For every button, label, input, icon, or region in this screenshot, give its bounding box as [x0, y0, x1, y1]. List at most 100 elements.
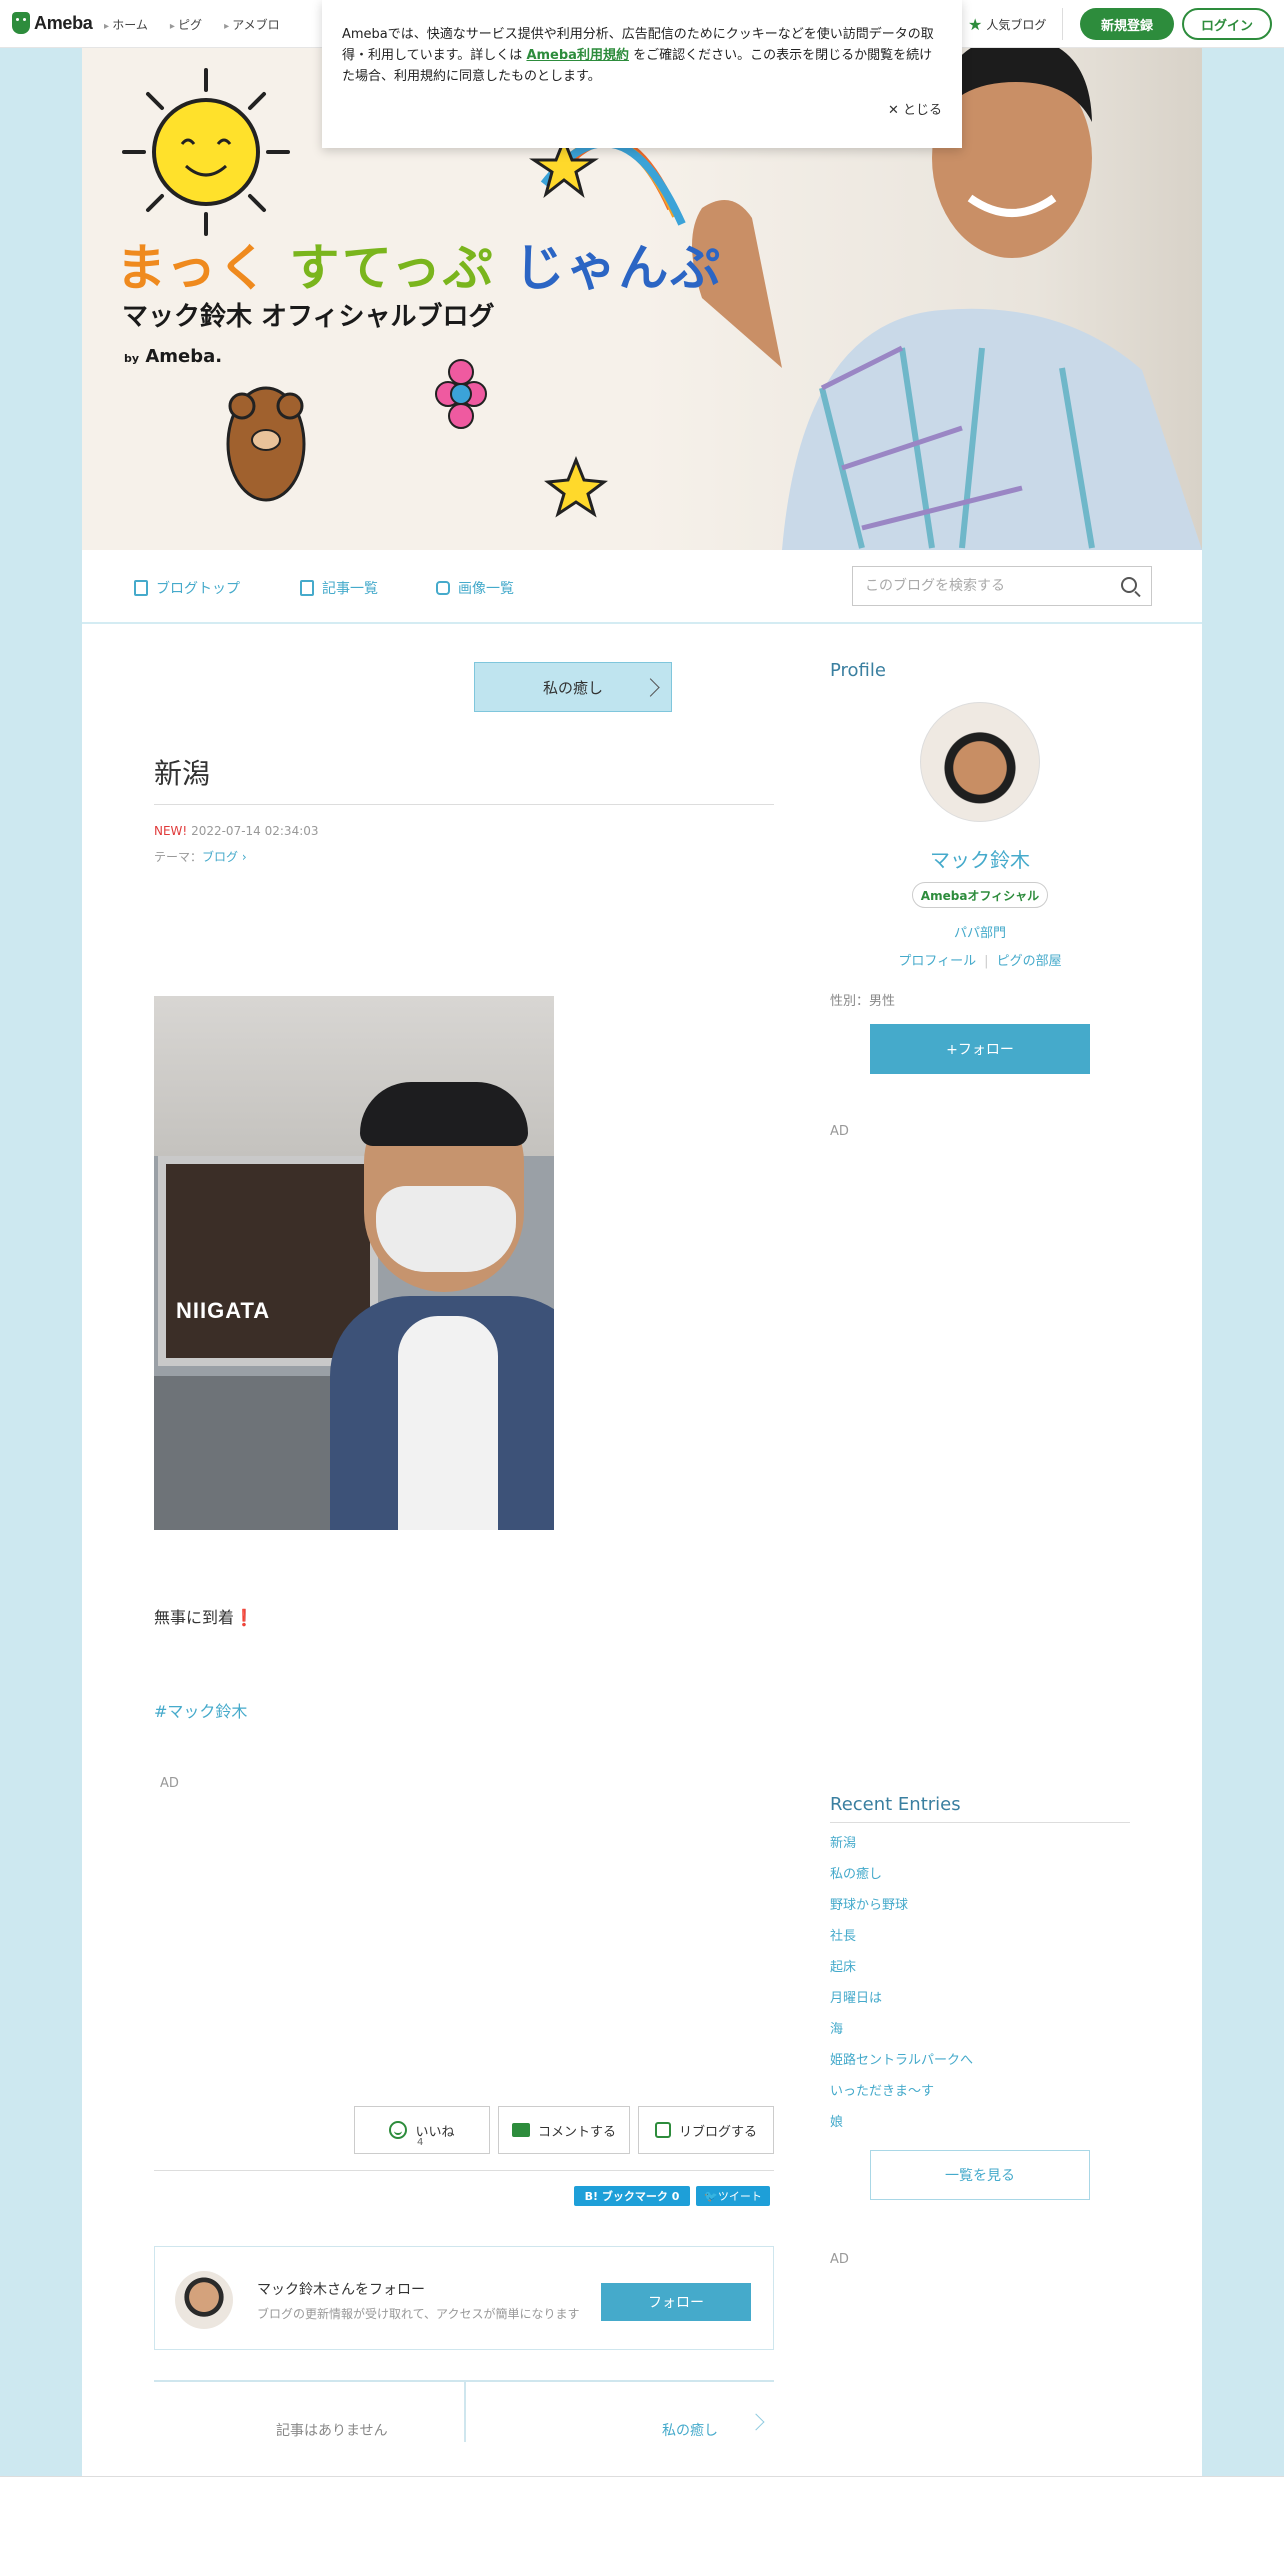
- recent-entry[interactable]: 起床: [830, 1956, 973, 1987]
- post-body-text: 無事に到着: [154, 1608, 235, 1627]
- ad-label: AD: [830, 2252, 849, 2267]
- nav-entries[interactable]: 記事一覧: [300, 578, 378, 598]
- nav-ameblo[interactable]: アメブロ: [224, 16, 279, 33]
- profile-avatar[interactable]: [920, 702, 1040, 822]
- search-icon[interactable]: [1121, 577, 1137, 593]
- blog-title-part3: じゃんぷ: [514, 239, 723, 297]
- popular-blog-label: 人気ブログ: [986, 18, 1047, 32]
- recent-entry[interactable]: 新潟: [830, 1832, 973, 1863]
- divider: |: [984, 954, 989, 969]
- ameba-logo[interactable]: Ameba: [12, 12, 93, 34]
- terms-link[interactable]: Ameba利用規約: [526, 48, 629, 63]
- recent-entry[interactable]: 月曜日は: [830, 1987, 973, 2018]
- sidebar-follow-button[interactable]: +フォロー: [870, 1024, 1090, 1074]
- register-button[interactable]: 新規登録: [1080, 8, 1174, 40]
- see-all-button[interactable]: 一覧を見る: [870, 2150, 1090, 2200]
- post-theme: テーマ：ブログ ›: [154, 848, 247, 865]
- ameba-logo-icon: [12, 12, 30, 34]
- profile-heading: Profile: [830, 660, 886, 681]
- ameba-brand: Ameba.: [145, 346, 223, 367]
- iine-button[interactable]: いいね 4: [354, 2106, 490, 2154]
- hatena-bookmark-button[interactable]: B! ブックマーク 0: [574, 2186, 690, 2206]
- search-input[interactable]: [853, 567, 1103, 605]
- copy-icon: [300, 580, 314, 596]
- photo-person-mask: [376, 1186, 516, 1272]
- flower-icon: [435, 359, 487, 429]
- cookie-close-label: とじる: [902, 103, 942, 118]
- nav-entries-label: 記事一覧: [322, 581, 378, 597]
- bear-icon: [226, 386, 306, 502]
- twitter-icon: 🐦: [704, 2189, 718, 2203]
- photo-person-hair: [360, 1082, 528, 1146]
- recent-entry[interactable]: 野球から野球: [830, 1894, 973, 1925]
- camera-icon: [436, 581, 450, 595]
- follow-button[interactable]: フォロー: [601, 2283, 751, 2321]
- photo-person-shirt: [398, 1316, 498, 1530]
- post-meta: NEW! 2022-07-14 02:34:03: [154, 824, 319, 838]
- new-badge: NEW!: [154, 824, 188, 838]
- shooting-star-icon: [529, 135, 686, 226]
- login-button[interactable]: ログイン: [1182, 8, 1272, 40]
- blog-page: まっく すてっぷ じゃんぷ マック鈴木 オフィシャルブログ by Ameba. …: [82, 48, 1202, 2476]
- divider: [154, 2170, 774, 2171]
- profile-name[interactable]: マック鈴木: [830, 844, 1130, 873]
- popular-blog-link[interactable]: ★ 人気ブログ: [968, 15, 1046, 34]
- reblog-icon: [654, 2122, 671, 2138]
- iine-count: 4: [417, 2137, 424, 2148]
- hashtag-link[interactable]: #マック鈴木: [154, 1698, 247, 1722]
- global-nav: ホーム ピグ アメブロ: [104, 16, 279, 33]
- post-datetime: 2022-07-14 02:34:03: [191, 824, 319, 838]
- recent-entry[interactable]: 海: [830, 2018, 973, 2049]
- profile-links: プロフィール | ピグの部屋: [830, 950, 1130, 969]
- recent-entries-list: 新潟 私の癒し 野球から野球 社長 起床 月曜日は 海 姫路セントラルパークへ …: [830, 1832, 973, 2142]
- chevron-right-icon[interactable]: [747, 2413, 765, 2431]
- profile-link[interactable]: プロフィール: [898, 954, 976, 969]
- profile-category[interactable]: パパ部門: [830, 922, 1130, 941]
- recent-entry[interactable]: 姫路セントラルパークへ: [830, 2049, 973, 2080]
- post-body: 無事に到着❗: [154, 1604, 254, 1628]
- follow-card-desc: ブログの更新情報が受け取れて、アクセスが簡単になります: [257, 2307, 580, 2321]
- by-ameba-label: by Ameba.: [124, 346, 222, 367]
- official-badge: Amebaオフィシャル: [912, 882, 1048, 908]
- cookie-close-button[interactable]: ✕ とじる: [888, 100, 942, 121]
- next-entry-link[interactable]: 私の癒し: [662, 2420, 718, 2440]
- exclamation-icon: ❗: [234, 1608, 254, 1627]
- prev-entry-label: 記事はありません: [276, 2423, 388, 2439]
- blog-nav: ブログトップ 記事一覧 画像一覧: [82, 550, 1202, 624]
- ameba-logo-text: Ameba: [34, 12, 93, 33]
- nav-images[interactable]: 画像一覧: [436, 578, 514, 598]
- follow-card-title: マック鈴木さんをフォロー: [257, 2282, 425, 2298]
- blog-search: [852, 566, 1152, 606]
- nav-blog-top[interactable]: ブログトップ: [134, 578, 240, 598]
- blog-title: まっく すてっぷ じゃんぷ: [116, 228, 722, 300]
- poster-text: NIIGATA: [176, 1298, 271, 1323]
- blog-title-part2: すてっぷ: [289, 239, 495, 297]
- post-photo[interactable]: NIIGATA: [154, 996, 554, 1530]
- tweet-button[interactable]: 🐦 ツイート: [696, 2186, 770, 2206]
- divider: [464, 2382, 466, 2442]
- blog-title-part1: まっく: [116, 239, 270, 297]
- smile-icon: [389, 2121, 408, 2139]
- nav-home[interactable]: ホーム: [104, 16, 148, 33]
- recent-entry[interactable]: いっただきま〜す: [830, 2080, 973, 2111]
- comment-button[interactable]: コメントする: [498, 2106, 630, 2154]
- nav-pigg[interactable]: ピグ: [170, 16, 202, 33]
- pig-room-link[interactable]: ピグの部屋: [997, 954, 1062, 969]
- recent-entry[interactable]: 社長: [830, 1925, 973, 1956]
- tweet-label: ツイート: [717, 2190, 762, 2203]
- chevron-right-icon: ›: [241, 850, 247, 864]
- divider: [154, 804, 774, 805]
- ad-label: AD: [830, 1124, 849, 1139]
- by-label: by: [124, 352, 140, 365]
- recent-entry[interactable]: 娘: [830, 2111, 973, 2142]
- blog-subtitle: マック鈴木 オフィシャルブログ: [122, 302, 495, 332]
- reblog-button[interactable]: リブログする: [638, 2106, 774, 2154]
- follow-card: マック鈴木さんをフォロー ブログの更新情報が受け取れて、アクセスが簡単になります…: [154, 2246, 774, 2350]
- theme-pill-button[interactable]: 私の癒し: [474, 662, 672, 712]
- profile-gender: 性別：男性: [830, 994, 896, 1009]
- star-icon: [544, 455, 608, 518]
- post-title[interactable]: 新潟: [154, 752, 210, 792]
- theme-link[interactable]: ブログ: [202, 850, 238, 864]
- divider: [1062, 8, 1063, 40]
- recent-entry[interactable]: 私の癒し: [830, 1863, 973, 1894]
